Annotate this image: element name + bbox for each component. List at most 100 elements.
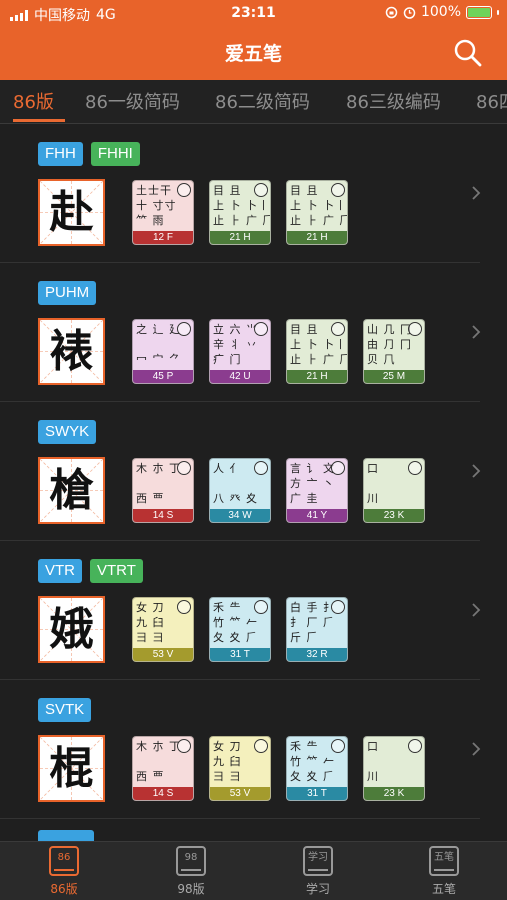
version-86-icon: 86 (49, 846, 79, 876)
app-header: 中国移动 4G 23:11 100% 爱五笔 (0, 0, 507, 80)
root-key-card: 目 且 上 卜 卜丨 止 ⺊ 广 𠂆21 H (209, 180, 271, 245)
character-tile: 棍 (38, 735, 105, 802)
key-sequence: 土士干 十 寸寸 ⺮ 雨12 F目 且 上 卜 卜丨 止 ⺊ 广 𠂆21 H目 … (132, 180, 348, 245)
root-key-card: 之 辶 廴 冖 宀 ⺈ 45 P (132, 319, 194, 384)
key-label: 32 R (287, 648, 347, 661)
key-label: 31 T (210, 648, 270, 661)
bottom-nav-label: 98版 (177, 882, 205, 896)
root-key-card: 言 讠 文 方 亠 丶 广 圭 41 Y (286, 458, 348, 523)
tab-86[interactable]: 86版 (13, 88, 54, 114)
stroke-marker-icon (254, 739, 268, 753)
key-label: 21 H (287, 370, 347, 383)
key-label: 53 V (133, 648, 193, 661)
chevron-right-icon[interactable] (470, 186, 482, 200)
key-label: 14 S (133, 787, 193, 800)
battery-percent: 100% (420, 4, 461, 20)
bottom-nav-label: 86版 (50, 882, 78, 896)
list-item[interactable]: SVTK 棍木 朩 丁 西 覀 14 S女 刀 九 臼 彐 ⺕ 53 V禾 ⺧ 竹 ⺮… (0, 680, 482, 819)
bottom-nav-study[interactable]: 学习 学习 (278, 846, 358, 897)
bottom-nav: 86 86版 98 98版 学习 学习 五笔 五笔 (0, 841, 507, 900)
bottom-nav-label: 五笔 (431, 882, 456, 896)
stroke-marker-icon (177, 322, 191, 336)
character-tile: 槍 (38, 457, 105, 524)
tab-86-level1[interactable]: 86一级简码 (85, 88, 180, 114)
stroke-marker-icon (177, 183, 191, 197)
root-key-card: 禾 ⺧ 竹 ⺮ 𠂉 夂 夊 ⺁ 31 T (286, 736, 348, 801)
character-glyph: 裱 (49, 326, 94, 377)
character-glyph: 棍 (49, 743, 94, 794)
key-label: 34 W (210, 509, 270, 522)
bottom-nav-wubi[interactable]: 五笔 五笔 (404, 846, 484, 897)
chevron-right-icon[interactable] (470, 603, 482, 617)
stroke-marker-icon (408, 739, 422, 753)
character-tile: 裱 (38, 318, 105, 385)
character-tile: 娥 (38, 596, 105, 663)
root-key-card: 目 且 上 卜 卜丨 止 ⺊ 广 𠂆21 H (286, 319, 348, 384)
root-key-card: 口 川 23 K (363, 736, 425, 801)
bottom-nav-86[interactable]: 86 86版 (24, 846, 104, 897)
stroke-marker-icon (254, 322, 268, 336)
list-item[interactable]: FHH FHHI 赴土士干 十 寸寸 ⺮ 雨 12 F目 且 上 卜 卜丨 止 ⺊ 广… (0, 124, 482, 263)
code-badges: PUHM (38, 281, 97, 305)
chevron-right-icon[interactable] (470, 742, 482, 756)
rotation-lock-icon (385, 6, 398, 18)
short-code-badge: FHH (38, 142, 83, 166)
stroke-marker-icon (254, 183, 268, 197)
stroke-marker-icon (408, 322, 422, 336)
root-key-card: 口 川 23 K (363, 458, 425, 523)
version-98-icon: 98 (176, 846, 206, 876)
list-item[interactable]: VTR VTRT 娥女 刀 九 臼 彐 ⺕ 53 V禾 ⺧ 竹 ⺮ 𠂉 夂 夊 ⺁ 31… (0, 541, 482, 680)
stroke-marker-icon (177, 739, 191, 753)
key-label: 21 H (210, 231, 270, 244)
character-glyph: 赴 (49, 187, 94, 238)
root-key-card: 立 六 ⺌ 辛 丬 丷 疒 门 42 U (209, 319, 271, 384)
key-sequence: 木 朩 丁 西 覀 14 S人 亻 八 癶 夊 34 W言 讠 文 方 亠 丶 广 … (132, 458, 425, 523)
root-key-card: 木 朩 丁 西 覀 14 S (132, 458, 194, 523)
root-key-card: 白 手 ⺘ 扌 厂 ⺁ 斤 𠂆 32 R (286, 597, 348, 662)
short-code-badge: VTR (38, 559, 82, 583)
code-badges: SVTK (38, 698, 92, 722)
list-item[interactable]: PUHM 裱之 辶 廴 冖 宀 ⺈ 45 P立 六 ⺌ 辛 丬 丷 疒 门 42 U目… (0, 263, 482, 402)
page-title: 爱五笔 (224, 43, 282, 65)
stroke-marker-icon (331, 461, 345, 475)
key-sequence: 女 刀 九 臼 彐 ⺕ 53 V禾 ⺧ 竹 ⺮ 𠂉 夂 夊 ⺁ 31 T白 手 ⺘ … (132, 597, 348, 662)
stroke-marker-icon (177, 600, 191, 614)
tab-86-level3[interactable]: 86三级编码 (346, 88, 441, 114)
study-book-icon: 学习 (303, 846, 333, 876)
chevron-right-icon[interactable] (470, 464, 482, 478)
bottom-nav-98[interactable]: 98 98版 (151, 846, 231, 897)
bottom-nav-label: 学习 (305, 882, 330, 896)
stroke-marker-icon (331, 739, 345, 753)
tab-86-level4[interactable]: 86四 (476, 88, 507, 114)
stroke-marker-icon (254, 461, 268, 475)
tab-bar: 86版 86一级简码 86二级简码 86三级编码 86四 (0, 80, 507, 124)
key-label: 23 K (364, 509, 424, 522)
active-tab-indicator (13, 119, 65, 122)
status-bar: 中国移动 4G 23:11 100% (0, 0, 507, 28)
tab-86-level2[interactable]: 86二级简码 (215, 88, 310, 114)
short-code-badge: SVTK (38, 698, 92, 722)
short-code-badge: PUHM (38, 281, 97, 305)
root-key-card: 目 且 上 卜 卜丨 止 ⺊ 广 𠂆21 H (286, 180, 348, 245)
character-glyph: 娥 (49, 604, 94, 655)
code-badges: FHH FHHI (38, 142, 140, 166)
stroke-marker-icon (408, 461, 422, 475)
root-key-card: 女 刀 九 臼 彐 ⺕ 53 V (132, 597, 194, 662)
code-badges: SWYK (38, 420, 97, 444)
list-item[interactable]: SWYK 槍木 朩 丁 西 覀 14 S人 亻 八 癶 夊 34 W言 讠 文 方 亠… (0, 402, 482, 541)
chevron-right-icon[interactable] (470, 325, 482, 339)
key-sequence: 木 朩 丁 西 覀 14 S女 刀 九 臼 彐 ⺕ 53 V禾 ⺧ 竹 ⺮ 𠂉 夂 … (132, 736, 425, 801)
stroke-marker-icon (331, 600, 345, 614)
search-icon[interactable] (453, 38, 483, 68)
root-key-card: 女 刀 九 臼 彐 ⺕ 53 V (209, 736, 271, 801)
key-sequence: 之 辶 廴 冖 宀 ⺈ 45 P立 六 ⺌ 辛 丬 丷 疒 门 42 U目 且 上 … (132, 319, 425, 384)
stroke-marker-icon (254, 600, 268, 614)
key-label: 12 F (133, 231, 193, 244)
full-code-badge: VTRT (90, 559, 143, 583)
key-label: 41 Y (287, 509, 347, 522)
key-label: 23 K (364, 787, 424, 800)
root-key-card: 山 几 冂 由 ⺆ 冂 贝 𠘨 25 M (363, 319, 425, 384)
root-key-card: 土士干 十 寸寸 ⺮ 雨 12 F (132, 180, 194, 245)
key-label: 25 M (364, 370, 424, 383)
stroke-marker-icon (331, 183, 345, 197)
